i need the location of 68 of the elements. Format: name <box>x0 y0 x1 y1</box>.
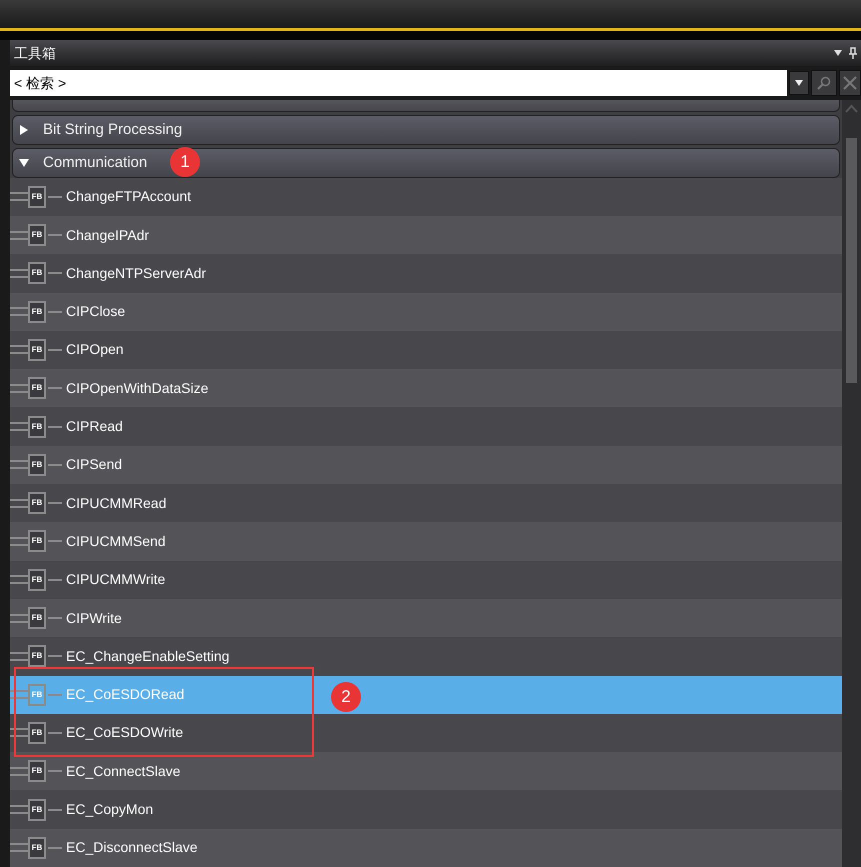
fb-block-icon: FB <box>28 300 46 323</box>
toolbox-item[interactable]: FB CIPSend <box>10 446 842 484</box>
expanded-triangle-icon <box>19 158 29 168</box>
fb-block-icon: FB <box>28 454 46 476</box>
fb-block-icon: FB <box>28 722 46 744</box>
dropdown-button[interactable] <box>789 71 809 95</box>
toolbox-item[interactable]: FB EC_CoESDOWrite <box>10 714 842 752</box>
fb-block-icon: FB <box>28 530 46 552</box>
fb-block-icon: FB <box>28 416 46 438</box>
item-label: CIPUCMMWrite <box>66 570 166 590</box>
item-label: ChangeIPAdr <box>66 226 150 245</box>
scrollbar-thumb[interactable] <box>846 138 857 383</box>
item-label: EC_ConnectSlave <box>66 762 180 781</box>
toolbox-item[interactable]: FB CIPUCMMRead <box>10 484 842 522</box>
item-label: CIPWrite <box>66 608 122 628</box>
toolbox-item[interactable]: FB CIPUCMMSend <box>10 522 842 561</box>
toolbox-item[interactable]: FB ChangeFTPAccount <box>10 178 842 216</box>
item-label: CIPOpen <box>66 340 124 360</box>
toolbox-item[interactable]: FB EC_DisconnectSlave <box>10 828 842 867</box>
item-label: ChangeNTPServerAdr <box>66 264 206 283</box>
fb-block-icon: FB <box>28 568 46 591</box>
toolbox-item[interactable]: FB EC_CopyMon <box>10 790 842 829</box>
search-field[interactable]: < 检索 > <box>10 70 787 96</box>
item-label: CIPRead <box>66 417 123 436</box>
toolbox-item[interactable]: FB CIPClose <box>10 292 842 331</box>
fb-block-icon: FB <box>28 338 46 361</box>
fb-block-icon: FB <box>28 798 46 821</box>
toolbox-item[interactable]: FB CIPOpen <box>10 330 842 370</box>
dropdown-caret-icon[interactable] <box>833 49 843 57</box>
toolbox-item[interactable]: FB EC_ConnectSlave <box>10 752 842 790</box>
fb-block-icon: FB <box>28 607 46 630</box>
toolbox-item[interactable]: FB CIPUCMMWrite <box>10 560 842 599</box>
collapsed-triangle-icon <box>19 125 29 136</box>
pin-icon[interactable] <box>849 47 857 59</box>
item-label: EC_CoESDOWrite <box>66 723 184 742</box>
fb-block-icon: FB <box>28 262 46 284</box>
search-icon <box>817 76 831 90</box>
item-label: CIPUCMMSend <box>66 532 166 551</box>
fb-block-icon: FB <box>28 377 46 400</box>
close-button[interactable] <box>839 70 861 96</box>
fb-block-icon: FB <box>28 684 46 706</box>
caret-icon <box>794 79 804 87</box>
item-label: CIPSend <box>66 455 122 474</box>
category-header[interactable]: Bit String Processing <box>12 115 840 145</box>
item-label: EC_CopyMon <box>66 800 154 820</box>
fb-block-icon: FB <box>28 492 46 514</box>
search-button[interactable] <box>811 70 837 96</box>
toolbox-item[interactable]: FB ChangeNTPServerAdr <box>10 254 842 293</box>
fb-block-icon: FB <box>28 224 46 246</box>
panel-title: 工具箱 <box>14 44 56 62</box>
item-label: CIPOpenWithDataSize <box>66 378 208 398</box>
toolbox-item[interactable]: FB EC_ChangeEnableSetting <box>10 637 842 676</box>
item-label: EC_CoESDORead <box>66 685 184 704</box>
toolbox-item[interactable]: FB ChangeIPAdr <box>10 216 842 254</box>
toolbox-item[interactable]: FB CIPWrite <box>10 598 842 638</box>
item-label: ChangeFTPAccount <box>66 187 192 206</box>
item-label: EC_DisconnectSlave <box>66 838 198 858</box>
fb-block-icon: FB <box>28 760 46 782</box>
fb-block-icon: FB <box>28 836 46 859</box>
scrollbar[interactable] <box>842 100 861 867</box>
toolbox-item[interactable]: FB CIPRead <box>10 407 842 446</box>
close-icon <box>843 76 857 90</box>
item-label: EC_ChangeEnableSetting <box>66 646 230 666</box>
fb-block-icon: FB <box>28 186 46 208</box>
toolbox-item[interactable]: FB CIPOpenWithDataSize <box>10 369 842 408</box>
item-label: CIPUCMMRead <box>66 494 166 513</box>
fb-block-icon: FB <box>28 645 46 668</box>
item-label: CIPClose <box>66 302 126 322</box>
